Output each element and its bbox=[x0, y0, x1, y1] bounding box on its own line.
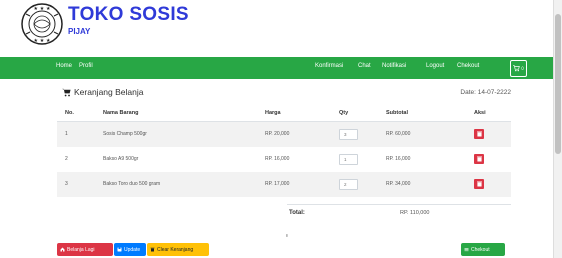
brand-header: ★ ★ ★ ★ ★ ★ TOKO SOSIS PIJAY bbox=[20, 2, 189, 46]
update-label: Update bbox=[124, 246, 141, 253]
checkout-list-icon bbox=[464, 248, 469, 252]
continue-shopping-label: Belanja Lagi bbox=[67, 246, 95, 253]
delete-item-button[interactable] bbox=[474, 129, 484, 140]
clear-cart-label: Clear Keranjang bbox=[157, 246, 194, 253]
total-value: RP. 110,000 bbox=[400, 210, 430, 216]
table-row: 1 Sosis Champ 500gr RP. 20,000 3 RP. 60,… bbox=[57, 121, 511, 147]
clear-cart-button[interactable]: Clear Keranjang bbox=[147, 243, 209, 256]
cart-icon bbox=[513, 65, 520, 72]
qty-input[interactable]: 3 bbox=[339, 128, 358, 140]
page: ★ ★ ★ ★ ★ ★ TOKO SOSIS PIJAY Home Profil… bbox=[0, 0, 554, 258]
delete-item-button[interactable] bbox=[474, 154, 484, 164]
cart-table: No. Nama Barang Harga Qty Subtotal Aksi … bbox=[57, 104, 511, 197]
checkout-label: Chekout bbox=[471, 246, 490, 253]
row-qty-cell: 3 bbox=[338, 121, 385, 147]
row-action-cell bbox=[473, 147, 511, 172]
row-price: RP. 16,000 bbox=[265, 156, 290, 162]
home-icon bbox=[60, 247, 65, 252]
nav-konfirmasi[interactable]: Konfirmasi bbox=[315, 63, 343, 69]
scrollbar-thumb[interactable] bbox=[555, 14, 561, 154]
col-header-aksi: Aksi bbox=[473, 104, 511, 122]
continue-shopping-button[interactable]: Belanja Lagi bbox=[57, 243, 113, 256]
col-header-subtotal: Subtotal bbox=[385, 104, 473, 122]
nav-cart-button[interactable]: 0 bbox=[510, 60, 527, 77]
update-button[interactable]: Update bbox=[114, 243, 146, 256]
row-action-cell bbox=[473, 121, 511, 147]
svg-text:★ ★ ★: ★ ★ ★ bbox=[34, 38, 51, 44]
cart-card: Keranjang Belanja Date: 14-07-2222 No. N… bbox=[57, 82, 511, 258]
row-price: RP. 17,000 bbox=[264, 171, 338, 197]
text-cursor-icon: ᵻ bbox=[286, 233, 288, 239]
trash-icon bbox=[476, 181, 482, 187]
nav-chekout[interactable]: Chekout bbox=[457, 63, 479, 69]
trash-icon bbox=[476, 156, 482, 162]
cart-icon bbox=[62, 88, 71, 96]
qty-input[interactable]: 2 bbox=[339, 178, 358, 190]
row-subtotal: RP. 16,000 bbox=[386, 156, 411, 162]
total-label: Total: bbox=[289, 210, 305, 216]
checkout-button[interactable]: Chekout bbox=[461, 243, 505, 256]
table-row: 2 Bakso A9 500gr RP. 16,000 1 RP. 16,000 bbox=[57, 147, 511, 172]
col-header-price: Harga bbox=[264, 104, 338, 122]
table-row: 3 Bakso Toro duo 500 gram RP. 17,000 2 R… bbox=[57, 171, 511, 197]
qty-input[interactable]: 1 bbox=[339, 153, 358, 165]
nav-logout[interactable]: Logout bbox=[426, 63, 444, 69]
row-price: RP. 20,000 bbox=[264, 121, 338, 147]
row-qty-cell: 1 bbox=[338, 147, 385, 172]
row-no: 2 bbox=[65, 156, 68, 162]
cart-count: 0 bbox=[521, 66, 524, 71]
store-logo-icon: ★ ★ ★ ★ ★ ★ bbox=[21, 3, 63, 45]
row-qty-cell: 2 bbox=[338, 171, 385, 197]
cart-date: Date: 14-07-2222 bbox=[460, 89, 511, 96]
row-product-name: Bakso A9 500gr bbox=[103, 156, 139, 162]
svg-text:★ ★ ★: ★ ★ ★ bbox=[34, 6, 51, 12]
brand-subtitle: PIJAY bbox=[68, 27, 91, 36]
col-header-name: Nama Barang bbox=[102, 104, 264, 122]
brand-title: TOKO SOSIS bbox=[68, 4, 189, 25]
nav-home[interactable]: Home bbox=[56, 63, 72, 69]
total-divider bbox=[287, 204, 511, 205]
nav-notifikasi[interactable]: Notifikasi bbox=[382, 63, 406, 69]
col-header-qty: Qty bbox=[338, 104, 385, 122]
row-subtotal: RP. 60,000 bbox=[385, 121, 473, 147]
page-scrollbar[interactable] bbox=[554, 0, 562, 258]
row-product-name: Sosis Champ 500gr bbox=[102, 121, 264, 147]
nav-chat[interactable]: Chat bbox=[358, 63, 371, 69]
nav-profil[interactable]: Profil bbox=[79, 63, 93, 69]
save-icon bbox=[117, 247, 122, 252]
navbar: Home Profil Konfirmasi Chat Notifikasi L… bbox=[0, 57, 553, 79]
trash-icon bbox=[476, 131, 482, 137]
col-header-no: No. bbox=[57, 104, 102, 122]
row-no: 1 bbox=[57, 121, 102, 147]
card-header: Keranjang Belanja bbox=[62, 87, 143, 97]
trash-icon bbox=[150, 247, 155, 252]
row-no: 3 bbox=[57, 171, 102, 197]
page-title: Keranjang Belanja bbox=[74, 87, 144, 97]
row-product-name: Bakso Toro duo 500 gram bbox=[102, 171, 264, 197]
row-subtotal: RP. 34,000 bbox=[385, 171, 473, 197]
delete-item-button[interactable] bbox=[474, 179, 484, 189]
row-action-cell bbox=[473, 171, 511, 197]
